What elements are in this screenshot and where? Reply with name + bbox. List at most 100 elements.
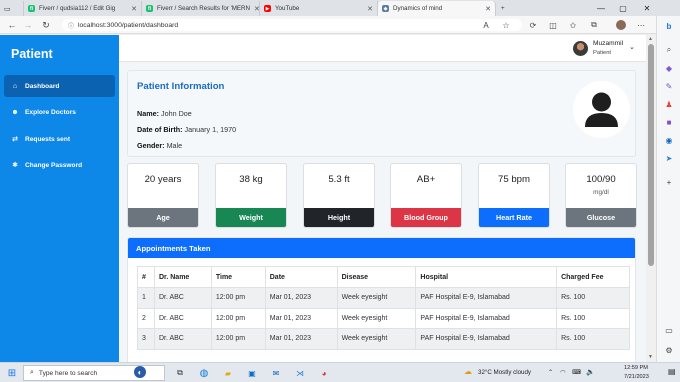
weather-icon[interactable]: ☁ (464, 367, 472, 376)
tab-title: YouTube (275, 5, 300, 12)
url-field[interactable]: ⓘ localhost:3000/patient/dashboard (62, 19, 522, 31)
sidebar-item-change-password[interactable]: ✱ Change Password (4, 154, 115, 176)
browser-tab-2[interactable]: fi Fiverr / Search Results for 'MERN ✕ (142, 1, 260, 16)
gender-label: Gender: (137, 141, 165, 150)
split-screen-icon[interactable]: ◫ (547, 19, 559, 31)
bing-chat-icon[interactable]: b (663, 20, 675, 32)
close-icon[interactable]: ✕ (127, 5, 137, 13)
forward-arrow-icon[interactable]: → (22, 19, 34, 31)
windows-start-icon[interactable]: ⊞ (6, 367, 18, 379)
stat-label: Age (128, 208, 198, 227)
table-cell: 12:00 pm (210, 328, 266, 350)
table-cell: PAF Hospital E-9, Islamabad (415, 307, 558, 329)
stat-card-weight: 38 kg Weight (215, 163, 287, 228)
browser-tab-1[interactable]: fi Fiverr / qudsia112 / Edit Gig ✕ (24, 1, 142, 16)
table-row: 3 Dr. ABC 12:00 pm Mar 01, 2023 Week eye… (137, 328, 630, 350)
tab-title: Fiverr / qudsia112 / Edit Gig (39, 5, 116, 12)
sidebar-item-dashboard[interactable]: ⌂ Dashboard (4, 75, 115, 97)
scroll-up-icon[interactable]: ▲ (648, 36, 653, 42)
collections-icon[interactable]: ⧉ (588, 19, 600, 31)
windows-taskbar: ⊞ ⌕ Type here to search ◐ ⧉ ◍ ▰ ▣ ✉ ⋊ ◕ … (0, 362, 680, 382)
sidebar-toggle-icon[interactable]: ▭ (663, 324, 675, 336)
browser-tab-4-active[interactable]: ◆ Dynamics of mind ✕ (378, 1, 496, 16)
table-cell: Rs. 100 (556, 287, 630, 309)
table-cell: 2 (137, 307, 155, 329)
office-icon[interactable]: ■ (663, 116, 675, 128)
outlook-icon[interactable]: ◉ (663, 134, 675, 146)
table-cell: Dr. ABC (153, 287, 212, 309)
patient-name-row: Name: John Doe (137, 109, 192, 118)
games-icon[interactable]: ♟ (663, 98, 675, 110)
table-cell: PAF Hospital E-9, Islamabad (415, 287, 558, 309)
stat-label: Weight (216, 208, 286, 227)
profile-icon[interactable] (615, 19, 627, 31)
appointments-title: Appointments Taken (128, 238, 635, 258)
edge-browser-icon[interactable]: ◍ (198, 367, 210, 379)
scrollbar-thumb[interactable] (648, 44, 654, 266)
new-tab-button[interactable]: + (497, 1, 511, 16)
table-cell: Mar 01, 2023 (264, 307, 338, 329)
minimize-button[interactable]: — (590, 0, 612, 16)
search-highlight-icon[interactable]: ◐ (134, 366, 146, 378)
more-options-icon[interactable]: ⋯ (635, 19, 647, 31)
chevron-down-icon[interactable]: ⌄ (629, 43, 635, 51)
close-icon[interactable]: ✕ (481, 5, 491, 13)
close-icon[interactable]: ✕ (250, 5, 259, 13)
back-arrow-icon[interactable]: ← (6, 19, 18, 31)
maximize-button[interactable]: ▢ (612, 0, 634, 16)
refresh-icon[interactable]: ↻ (40, 19, 52, 31)
file-explorer-icon[interactable]: ▰ (222, 367, 234, 379)
add-icon[interactable]: + (663, 176, 675, 188)
table-row: 2 Dr. ABC 12:00 pm Mar 01, 2023 Week eye… (137, 307, 630, 329)
tab-actions[interactable]: ▭ (0, 1, 24, 16)
stat-card-age: 20 years Age (127, 163, 199, 228)
avatar[interactable] (573, 41, 588, 56)
notification-icon[interactable]: ▤ (668, 367, 676, 376)
favorite-star-icon[interactable]: ☆ (500, 19, 512, 31)
column-header: Time (210, 266, 266, 288)
close-icon[interactable]: ✕ (363, 5, 373, 13)
favorites-icon[interactable]: ✩ (567, 19, 579, 31)
tray-overflow-icon[interactable]: ⌃ (548, 369, 553, 376)
app-icon[interactable]: ◕ (318, 367, 330, 379)
url-text: localhost:3000/patient/dashboard (78, 21, 179, 29)
search-icon[interactable]: ⌕ (663, 44, 675, 56)
dob-label: Date of Birth: (137, 125, 183, 134)
table-cell: Mar 01, 2023 (264, 328, 338, 350)
sidebar-item-label: Requests sent (25, 135, 71, 143)
browser-tab-3[interactable]: ▶ YouTube ✕ (260, 1, 378, 16)
youtube-favicon-icon: ▶ (264, 5, 271, 12)
stat-card-heart-rate: 75 bpm Heart Rate (478, 163, 550, 228)
clock-time[interactable]: 12:59 PM (624, 365, 648, 371)
settings-gear-icon[interactable]: ⚙ (663, 344, 675, 356)
read-aloud-icon[interactable]: A (480, 19, 492, 31)
sidebar-brand: Patient (11, 47, 53, 61)
scroll-down-icon[interactable]: ▼ (648, 354, 653, 360)
stat-value: 75 bpm (498, 174, 530, 185)
network-icon[interactable]: ◠ (560, 369, 565, 376)
table-cell: 12:00 pm (210, 287, 266, 309)
arrows-icon: ⇄ (12, 136, 18, 143)
sidebar-item-explore-doctors[interactable]: ☻ Explore Doctors (4, 101, 115, 123)
close-window-button[interactable]: ✕ (636, 0, 658, 16)
column-header: Hospital (415, 266, 558, 288)
user-name[interactable]: Muzammil (593, 40, 623, 47)
weather-text[interactable]: 32°C Mostly cloudy (478, 369, 531, 376)
volume-icon[interactable]: 🔈 (586, 368, 595, 376)
tools-icon[interactable]: ✎ (663, 80, 675, 92)
task-view-icon[interactable]: ⧉ (174, 367, 186, 379)
sidebar-item-requests-sent[interactable]: ⇄ Requests sent (4, 128, 115, 150)
page-scrollbar[interactable]: ▲ ▼ (646, 35, 656, 362)
info-icon[interactable]: ⓘ (68, 21, 74, 30)
profile-picture-user-icon (573, 81, 630, 138)
language-icon[interactable]: ⌨ (572, 369, 581, 376)
mail-icon[interactable]: ✉ (270, 367, 282, 379)
search-icon: ⌕ (30, 369, 34, 376)
telegram-icon[interactable]: ➤ (663, 152, 675, 164)
clock-date[interactable]: 7/21/2023 (624, 374, 649, 380)
vscode-icon[interactable]: ⋊ (294, 367, 306, 379)
shopping-icon[interactable]: ◆ (663, 62, 675, 74)
store-icon[interactable]: ▣ (246, 367, 258, 379)
refresh-page-icon[interactable]: ⟳ (527, 19, 539, 31)
stat-value: 38 kg (239, 174, 263, 185)
